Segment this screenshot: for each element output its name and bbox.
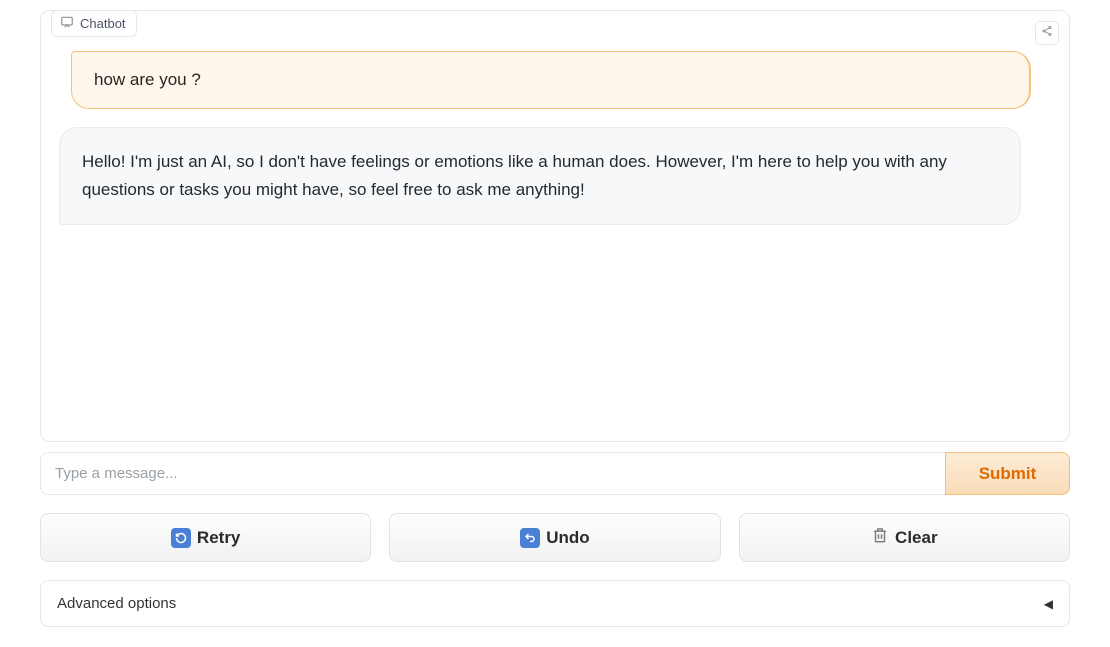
- share-button[interactable]: [1035, 21, 1059, 45]
- advanced-options-label: Advanced options: [57, 595, 176, 612]
- collapse-icon: ◀: [1044, 597, 1053, 611]
- input-row: Submit: [40, 452, 1070, 495]
- undo-label: Undo: [546, 528, 589, 548]
- chat-area: how are you ? Hello! I'm just an AI, so …: [41, 11, 1069, 441]
- user-message-text: how are you ?: [94, 70, 201, 89]
- chat-icon: [60, 15, 74, 32]
- share-icon: [1041, 24, 1053, 42]
- chatbot-title-tab: Chatbot: [51, 10, 137, 37]
- bot-message: Hello! I'm just an AI, so I don't have f…: [59, 127, 1021, 225]
- bot-message-text: Hello! I'm just an AI, so I don't have f…: [82, 152, 947, 199]
- user-message: how are you ?: [71, 51, 1031, 109]
- clear-button[interactable]: Clear: [739, 513, 1070, 562]
- submit-button[interactable]: Submit: [945, 452, 1070, 495]
- chatbot-title: Chatbot: [80, 16, 126, 31]
- clear-label: Clear: [895, 528, 938, 548]
- trash-icon: [871, 526, 889, 549]
- chatbot-panel: Chatbot how are you ? Hello! I'm just an…: [40, 10, 1070, 442]
- retry-icon: [171, 528, 191, 548]
- retry-label: Retry: [197, 528, 240, 548]
- advanced-options-toggle[interactable]: Advanced options ◀: [40, 580, 1070, 627]
- retry-button[interactable]: Retry: [40, 513, 371, 562]
- undo-icon: [520, 528, 540, 548]
- undo-button[interactable]: Undo: [389, 513, 720, 562]
- action-row: Retry Undo Clear: [40, 513, 1070, 562]
- message-input[interactable]: [40, 452, 945, 495]
